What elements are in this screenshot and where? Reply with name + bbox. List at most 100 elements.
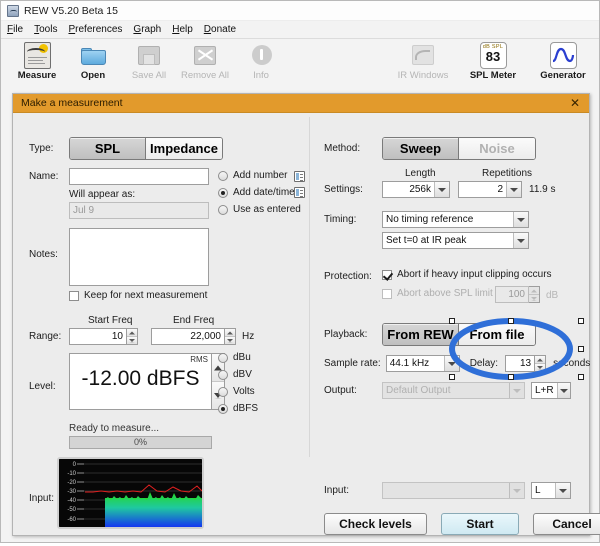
naming-option-add-datetime[interactable]: Add date/time [218, 187, 301, 198]
repetitions-combo[interactable]: 2 [458, 181, 522, 198]
type-option-impedance[interactable]: Impedance [146, 138, 222, 159]
level-label: Level: [29, 381, 56, 392]
close-icon[interactable]: ✕ [567, 97, 583, 109]
svg-text:-30: -30 [67, 489, 76, 495]
chevron-down-icon-input-channel[interactable] [555, 483, 570, 498]
menu-file[interactable]: File [7, 24, 23, 35]
level-input[interactable]: RMS -12.00 dBFS [69, 353, 212, 410]
menu-graph[interactable]: Graph [133, 24, 161, 35]
level-unit-label-dbu: dBu [233, 352, 251, 363]
open-folder-icon [80, 42, 107, 69]
checkbox-keep-notes[interactable] [69, 291, 79, 301]
start-freq-spinner[interactable]: 10 [69, 328, 138, 345]
input-device-label: Input: [324, 485, 382, 496]
toolbar-label-save-all: Save All [132, 70, 166, 81]
timing-label: Timing: [324, 214, 382, 225]
menu-tools[interactable]: Tools [34, 24, 57, 35]
delay-label: Delay: [470, 358, 498, 369]
start-freq-down-icon[interactable] [127, 337, 137, 344]
output-channel-combo[interactable]: L+R [531, 382, 571, 399]
checkbox-abort-clipping[interactable] [382, 270, 392, 280]
sample-rate-label: Sample rate: [324, 358, 381, 369]
notes-textarea[interactable] [69, 228, 209, 286]
level-unit-dbfs[interactable]: dBFS [218, 403, 258, 414]
radio-dbv[interactable] [218, 370, 228, 380]
notes-label: Notes: [29, 249, 58, 260]
toolbar-button-measure[interactable]: Measure [9, 42, 65, 81]
start-freq-input[interactable]: 10 [69, 328, 127, 345]
toolbar-right-group: IR Windows dB SPL 83 SPL Meter Generator [395, 42, 591, 81]
playback-option-from-file[interactable]: From file [459, 324, 535, 345]
radio-volts[interactable] [218, 387, 228, 397]
input-device-combo [382, 482, 525, 499]
delay-spin-buttons[interactable] [535, 355, 546, 372]
keep-notes-option[interactable]: Keep for next measurement [69, 290, 207, 301]
delay-down-icon[interactable] [535, 364, 545, 371]
check-levels-button[interactable]: Check levels [324, 513, 427, 535]
start-freq-up-icon[interactable] [127, 329, 137, 337]
naming-option-add-number[interactable]: Add number [218, 170, 301, 181]
input-channel-combo[interactable]: L [531, 482, 571, 499]
level-unit-dbu[interactable]: dBu [218, 352, 258, 363]
menu-preferences[interactable]: Preferences [68, 24, 122, 35]
start-button[interactable]: Start [441, 513, 519, 535]
output-device-value: Default Output [383, 383, 509, 398]
cancel-button[interactable]: Cancel [533, 513, 600, 535]
input-spectrum-label: Input: [29, 493, 54, 504]
menu-donate[interactable]: Donate [204, 24, 236, 35]
radio-use-as-entered[interactable] [218, 205, 228, 215]
naming-label-add-number: Add number [233, 170, 287, 181]
list-template-icon-number[interactable] [294, 171, 305, 182]
playback-option-from-rew[interactable]: From REW [383, 324, 459, 345]
list-template-icon-datetime[interactable] [294, 187, 305, 198]
range-row: Range: 10 22,000 [29, 328, 254, 345]
type-toggle-group: SPL Impedance [69, 137, 223, 160]
delay-spinner[interactable]: 13 [505, 355, 546, 372]
timing-reference-combo[interactable]: No timing reference [382, 211, 529, 228]
chevron-down-icon-output-channel[interactable] [557, 383, 570, 398]
start-freq-spin-buttons[interactable] [127, 328, 138, 345]
radio-dbfs[interactable] [218, 404, 228, 414]
delay-input[interactable]: 13 [505, 355, 535, 372]
menu-preferences-rest: references [75, 24, 122, 35]
spectrum-svg: 0 -10 -20 -30 -40 -50 -60 [59, 459, 202, 527]
naming-option-use-as-entered[interactable]: Use as entered [218, 204, 301, 215]
level-unit-dbv[interactable]: dBV [218, 369, 258, 380]
chevron-down-icon-length[interactable] [434, 182, 449, 197]
radio-add-datetime[interactable] [218, 188, 228, 198]
chevron-down-icon-sample-rate[interactable] [444, 356, 459, 371]
radio-dbu[interactable] [218, 353, 228, 363]
level-unit-volts[interactable]: Volts [218, 386, 258, 397]
timing-t0-combo[interactable]: Set t=0 at IR peak [382, 232, 529, 249]
level-value: -12.00 dBFS [70, 367, 211, 391]
delay-up-icon[interactable] [535, 356, 545, 364]
input-spectrum-display: 0 -10 -20 -30 -40 -50 -60 [57, 457, 204, 529]
menu-help[interactable]: Help [172, 24, 193, 35]
chevron-down-icon-timing-t0[interactable] [513, 233, 528, 248]
level-field-group: RMS -12.00 dBFS [69, 353, 225, 410]
end-freq-down-icon[interactable] [225, 337, 235, 344]
naming-label-add-datetime: Add date/time [233, 187, 295, 198]
length-combo[interactable]: 256k [382, 181, 450, 198]
protection-option-clipping[interactable]: Abort if heavy input clipping occurs [382, 269, 552, 280]
output-channel-value: L+R [532, 383, 557, 398]
end-freq-up-icon[interactable] [225, 329, 235, 337]
toolbar-button-spl-meter[interactable]: dB SPL 83 SPL Meter [465, 42, 521, 81]
name-input[interactable] [69, 168, 209, 185]
end-freq-spin-buttons[interactable] [225, 328, 236, 345]
type-label: Type: [29, 143, 69, 154]
keep-notes-label: Keep for next measurement [84, 290, 207, 301]
chevron-down-icon-repetitions[interactable] [506, 182, 521, 197]
method-option-sweep[interactable]: Sweep [383, 138, 459, 159]
chevron-down-icon-timing-ref[interactable] [513, 212, 528, 227]
sample-rate-combo[interactable]: 44.1 kHz [386, 355, 460, 372]
svg-text:-10: -10 [67, 471, 76, 477]
radio-add-number[interactable] [218, 171, 228, 181]
checkbox-abort-spl-limit [382, 289, 392, 299]
end-freq-input[interactable]: 22,000 [151, 328, 225, 345]
toolbar-button-open[interactable]: Open [65, 42, 121, 81]
type-option-spl[interactable]: SPL [70, 138, 146, 159]
info-icon [248, 42, 275, 69]
toolbar-button-generator[interactable]: Generator [535, 42, 591, 81]
end-freq-spinner[interactable]: 22,000 [151, 328, 236, 345]
